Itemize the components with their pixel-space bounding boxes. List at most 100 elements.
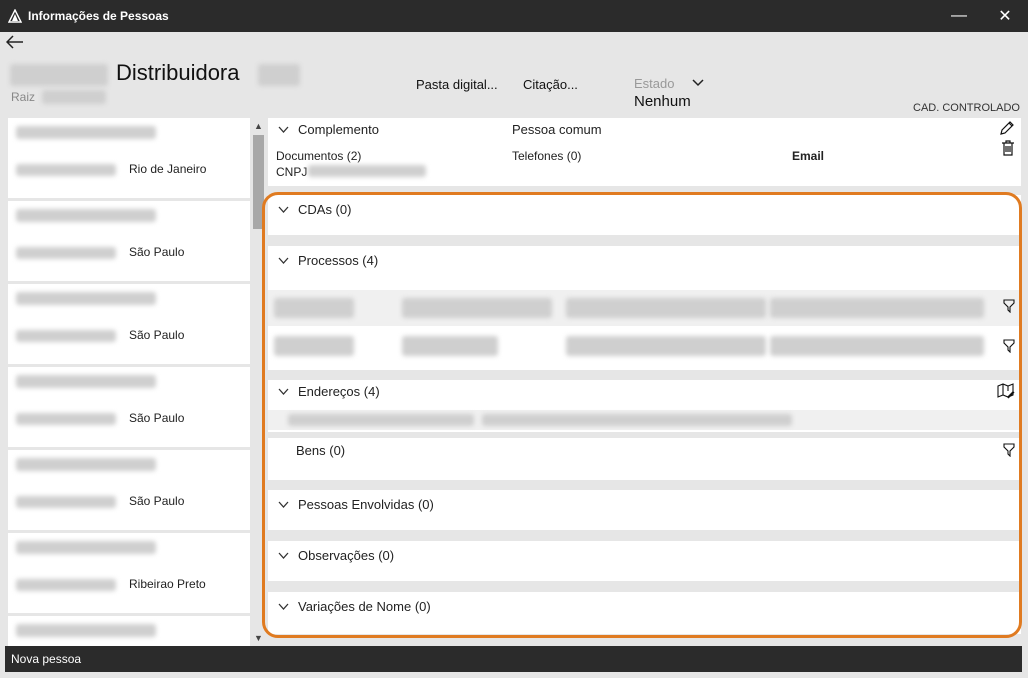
redacted-text: [16, 164, 116, 176]
redacted-text: [16, 292, 156, 305]
list-item[interactable]: São Paulo: [8, 201, 250, 281]
close-button[interactable]: ✕: [982, 0, 1028, 32]
redacted-text: [402, 336, 498, 356]
table-row[interactable]: [268, 326, 1021, 366]
observacoes-header[interactable]: Observações (0): [278, 548, 394, 563]
redacted-text: [482, 414, 792, 426]
redacted-text: [288, 414, 474, 426]
list-item[interactable]: São Paulo: [8, 284, 250, 364]
filter-icon[interactable]: [1003, 443, 1015, 460]
observacoes-section: Observações (0): [268, 541, 1021, 581]
redacted-text: [566, 298, 766, 318]
redacted-text: [566, 336, 766, 356]
chevron-down-icon: [278, 603, 290, 611]
list-scrollbar[interactable]: ▲ ▼: [250, 118, 267, 646]
person-header: Distribuidora Raiz Pasta digital... Cita…: [0, 32, 1028, 118]
processos-title: Processos (4): [298, 253, 379, 268]
processos-header[interactable]: Processos (4): [278, 253, 378, 268]
redacted-text: [16, 624, 156, 637]
documentos-count[interactable]: Documentos (2): [276, 149, 361, 163]
scroll-thumb[interactable]: [253, 135, 264, 229]
person-list[interactable]: Rio de Janeiro São Paulo São Paulo São P…: [5, 118, 250, 646]
chevron-down-icon: [278, 501, 290, 509]
person-details: Complemento Pessoa comum Documentos (2) …: [268, 118, 1021, 646]
cdas-title: CDAs (0): [298, 202, 352, 217]
redacted-text: [16, 458, 156, 471]
chevron-down-icon: [278, 257, 290, 265]
complemento-header[interactable]: Complemento: [278, 122, 379, 137]
telefones-count[interactable]: Telefones (0): [512, 149, 581, 163]
redacted-text: [770, 336, 984, 356]
list-item-city: Rio de Janeiro: [129, 162, 207, 176]
list-item[interactable]: São Paulo: [8, 367, 250, 447]
redacted-text: [770, 298, 984, 318]
redacted-text: [16, 330, 116, 342]
chevron-down-icon: [278, 388, 290, 396]
complemento-title: Complemento: [298, 122, 379, 137]
redacted-text: [402, 298, 552, 318]
complemento-section: Complemento Pessoa comum Documentos (2) …: [268, 118, 1021, 186]
bens-title: Bens (0): [296, 443, 346, 458]
list-item-city: São Paulo: [129, 328, 185, 342]
redacted-cnpj: [308, 165, 426, 177]
email-label: Email: [792, 149, 825, 163]
citacao-link[interactable]: Citação...: [523, 77, 578, 92]
list-item[interactable]: Ribeirao Preto: [8, 533, 250, 613]
redacted-text: [16, 375, 156, 388]
bens-header[interactable]: Bens (0): [296, 443, 345, 458]
redacted-text: [16, 579, 116, 591]
variacoes-nome-header[interactable]: Variações de Nome (0): [278, 599, 431, 614]
chevron-down-icon: [278, 126, 290, 134]
app-logo-icon: [8, 9, 22, 23]
minimize-button[interactable]: —: [936, 0, 982, 32]
cad-controlado-label: CAD. CONTROLADO: [913, 102, 1020, 114]
redacted-text: [16, 126, 156, 139]
address-row[interactable]: [268, 410, 1021, 430]
redacted-text: [16, 496, 116, 508]
edit-pencil-icon[interactable]: [999, 120, 1015, 139]
list-item-city: São Paulo: [129, 411, 185, 425]
cdas-section: CDAs (0): [268, 195, 1021, 235]
variacoes-nome-title: Variações de Nome (0): [298, 599, 431, 614]
person-name: Distribuidora: [116, 60, 240, 85]
redacted-name-part: [10, 64, 108, 86]
scroll-up-icon[interactable]: ▲: [250, 118, 267, 134]
pessoas-envolvidas-header[interactable]: Pessoas Envolvidas (0): [278, 497, 434, 512]
redacted-text: [274, 298, 354, 318]
chevron-down-icon: [278, 552, 290, 560]
redacted-text: [16, 413, 116, 425]
bens-section: Bens (0): [268, 438, 1021, 480]
back-arrow-icon[interactable]: [5, 34, 28, 54]
enderecos-header[interactable]: Endereços (4): [278, 384, 380, 399]
table-row[interactable]: [268, 290, 1021, 326]
list-item[interactable]: [8, 616, 250, 646]
chevron-down-icon[interactable]: [692, 74, 704, 90]
pessoas-envolvidas-title: Pessoas Envolvidas (0): [298, 497, 434, 512]
trash-icon[interactable]: [1001, 140, 1015, 159]
title-bar: Informações de Pessoas — ✕: [0, 0, 1028, 32]
filter-icon[interactable]: [1003, 339, 1015, 356]
cdas-header[interactable]: CDAs (0): [278, 202, 351, 217]
enderecos-title: Endereços (4): [298, 384, 380, 399]
status-bar: Nova pessoa: [5, 646, 1022, 672]
scroll-down-icon[interactable]: ▼: [250, 630, 267, 646]
nova-pessoa-button[interactable]: Nova pessoa: [11, 652, 81, 666]
map-edit-icon[interactable]: [997, 383, 1015, 402]
redacted-text: [16, 541, 156, 554]
estado-select[interactable]: Nenhum: [634, 93, 691, 110]
redacted-text: [16, 209, 156, 222]
chevron-down-icon: [278, 206, 290, 214]
redacted-name-part: [258, 64, 300, 86]
pasta-digital-link[interactable]: Pasta digital...: [416, 77, 498, 92]
list-item-city: São Paulo: [129, 494, 185, 508]
redacted-raiz-value: [42, 90, 106, 104]
raiz-label: Raiz: [11, 90, 36, 104]
window-title: Informações de Pessoas: [28, 9, 169, 23]
pessoa-tipo: Pessoa comum: [512, 122, 602, 137]
filter-icon[interactable]: [1003, 299, 1015, 316]
list-item[interactable]: São Paulo: [8, 450, 250, 530]
list-item[interactable]: Rio de Janeiro: [8, 118, 250, 198]
estado-label: Estado: [634, 76, 675, 91]
list-item-city: Ribeirao Preto: [129, 577, 206, 591]
cnpj-label: CNPJ: [276, 165, 308, 179]
